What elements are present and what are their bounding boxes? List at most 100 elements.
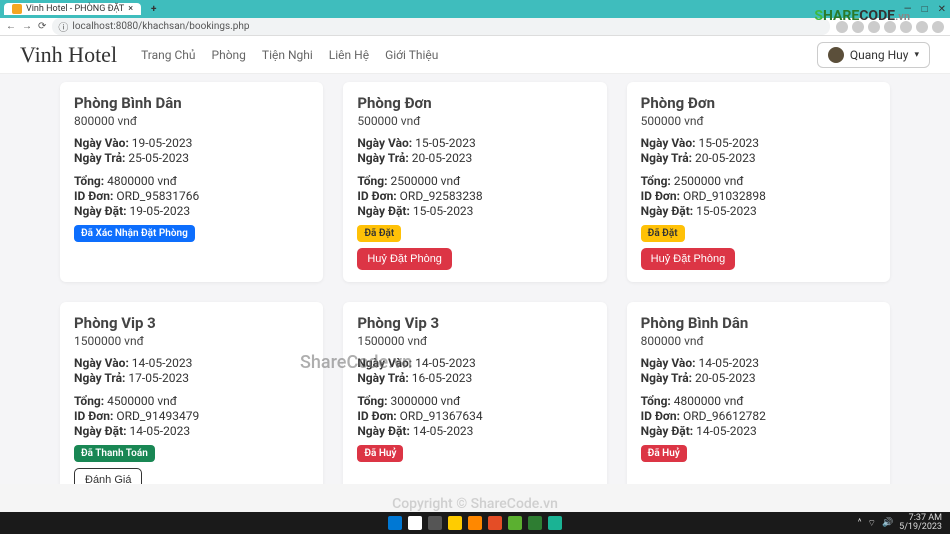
tab-close-icon[interactable]: × [128,4,133,14]
booking-card: Phòng Đơn500000 vnđNgày Vào: 15-05-2023N… [343,82,606,282]
taskbar-app-icon[interactable] [548,516,562,530]
room-price: 800000 vnđ [641,334,876,348]
total-line: Tổng: 2500000 vnđ [357,174,592,188]
room-title: Phòng Bình Dân [74,94,309,112]
user-menu-button[interactable]: Quang Huy ▾ [817,42,930,68]
maximize-button[interactable]: □ [922,4,928,15]
username-label: Quang Huy [850,48,909,62]
taskbar-app-icon[interactable] [448,516,462,530]
taskbar-app-icon[interactable] [488,516,502,530]
booking-card: Phòng Bình Dân 800000 vnđ Ngày Vào: 19-05-… [60,82,323,282]
page-content: Phòng Bình Dân 800000 vnđ Ngày Vào: 19-05-… [0,74,950,484]
checkout-line: Ngày Trả: 20-05-2023 [357,151,592,165]
site-info-icon[interactable]: ⓘ [58,19,68,34]
total-line: Tổng: 4800000 vnđ [641,394,876,408]
order-line: ID Đơn: ORD_95831766 [74,189,309,203]
total-line: Tổng: 2500000 vnđ [641,174,876,188]
url-input[interactable]: ⓘ localhost:8080/khachsan/bookings.php [52,18,830,35]
total-line: Tổng: 3000000 vnđ [357,394,592,408]
wifi-icon[interactable]: ⌔ [867,518,875,529]
site-navbar: Vinh Hotel Trang Chủ Phòng Tiện Nghi Liên H… [0,36,950,74]
bookdate-line: Ngày Đặt: 14-05-2023 [357,424,592,438]
ext-icon[interactable] [932,21,944,33]
checkout-line: Ngày Trả: 20-05-2023 [641,371,876,385]
taskbar-app-icon[interactable] [508,516,522,530]
nav-links: Trang Chủ Phòng Tiện Nghi Liên Hệ Giới Thiệu [141,48,817,62]
nav-link[interactable]: Tiện Nghi [262,48,313,62]
nav-link[interactable]: Phòng [212,48,246,62]
booking-card: Phòng Bình Dân 800000 vnđ Ngày Vào: 14-05-… [627,302,890,484]
back-button[interactable]: ← [6,21,16,32]
order-line: ID Đơn: ORD_96612782 [641,409,876,423]
forward-button[interactable]: → [22,21,32,32]
room-price: 500000 vnđ [357,114,592,128]
checkin-line: Ngày Vào: 15-05-2023 [357,136,592,150]
room-title: Phòng Vip 3 [357,314,592,332]
status-badge: Đã Xác Nhận Đặt Phòng [74,225,195,242]
windows-taskbar: ^ ⌔ 🔊 7:37 AM 5/19/2023 [0,512,950,534]
taskbar-clock[interactable]: 7:37 AM 5/19/2023 [899,514,942,532]
ext-icon[interactable] [916,21,928,33]
status-badge: Đã Đặt [357,225,401,242]
booking-card: Phòng Đơn500000 vnđNgày Vào: 15-05-2023N… [627,82,890,282]
checkout-line: Ngày Trả: 16-05-2023 [357,371,592,385]
copyright-watermark: Copyright © ShareCode.vn [392,496,558,512]
order-line: ID Đơn: ORD_91493479 [74,409,309,423]
nav-link[interactable]: Giới Thiệu [385,48,438,62]
taskbar-app-icon[interactable] [428,516,442,530]
booking-card: Phòng Vip 3 1500000 vnđ Ngày Vào: 14-05-20… [343,302,606,484]
sound-icon[interactable]: 🔊 [882,518,893,528]
room-price: 1500000 vnđ [357,334,592,348]
taskbar-app-icon[interactable] [408,516,422,530]
room-title: Phòng Đơn [357,94,592,112]
tray-up-icon[interactable]: ^ [858,518,862,528]
bookings-grid: Phòng Bình Dân 800000 vnđ Ngày Vào: 19-05-… [60,82,890,484]
status-badge: Đã Đặt [641,225,685,242]
avatar-icon [828,47,844,63]
order-line: ID Đơn: ORD_91032898 [641,189,876,203]
room-price: 500000 vnđ [641,114,876,128]
total-line: Tổng: 4500000 vnđ [74,394,309,408]
checkin-line: Ngày Vào: 19-05-2023 [74,136,309,150]
room-price: 800000 vnđ [74,114,309,128]
bookdate-line: Ngày Đặt: 15-05-2023 [357,204,592,218]
bookdate-line: Ngày Đặt: 14-05-2023 [74,424,309,438]
bookdate-line: Ngày Đặt: 19-05-2023 [74,204,309,218]
checkout-line: Ngày Trả: 20-05-2023 [641,151,876,165]
taskbar-app-icon[interactable] [388,516,402,530]
brand-logo[interactable]: Vinh Hotel [20,42,117,68]
room-title: Phòng Bình Dân [641,314,876,332]
tab-title: Vinh Hotel - PHÒNG ĐẶT [26,4,124,14]
chevron-down-icon: ▾ [914,50,919,60]
total-line: Tổng: 4800000 vnđ [74,174,309,188]
status-badge: Đã Huỷ [357,445,403,462]
booking-card: Phòng Vip 31500000 vnđNgày Vào: 14-05-20… [60,302,323,484]
checkout-line: Ngày Trả: 25-05-2023 [74,151,309,165]
checkin-line: Ngày Vào: 14-05-2023 [357,356,592,370]
new-tab-button[interactable]: + [145,4,162,15]
taskbar-app-icon[interactable] [528,516,542,530]
checkin-line: Ngày Vào: 14-05-2023 [74,356,309,370]
checkin-line: Ngày Vào: 14-05-2023 [641,356,876,370]
nav-link[interactable]: Liên Hệ [329,48,369,62]
browser-address-bar: ← → ⟳ ⓘ localhost:8080/khachsan/bookings… [0,18,950,36]
sharecode-watermark: SHARECODE.vn [814,8,910,24]
close-window-button[interactable]: ✕ [938,4,946,15]
order-line: ID Đơn: ORD_92583238 [357,189,592,203]
checkin-line: Ngày Vào: 15-05-2023 [641,136,876,150]
bookdate-line: Ngày Đặt: 14-05-2023 [641,424,876,438]
system-tray: ^ ⌔ 🔊 7:37 AM 5/19/2023 [858,514,942,532]
taskbar-apps [388,516,562,530]
nav-link[interactable]: Trang Chủ [141,48,195,62]
url-text: localhost:8080/khachsan/bookings.php [72,21,249,32]
bookdate-line: Ngày Đặt: 15-05-2023 [641,204,876,218]
browser-tab[interactable]: Vinh Hotel - PHÒNG ĐẶT × [4,3,141,15]
cancel-booking-button[interactable]: Huỷ Đặt Phòng [357,248,452,270]
taskbar-app-icon[interactable] [468,516,482,530]
room-title: Phòng Vip 3 [74,314,309,332]
checkout-line: Ngày Trả: 17-05-2023 [74,371,309,385]
reload-button[interactable]: ⟳ [38,21,46,32]
rate-button[interactable]: Đánh Giá [74,468,142,484]
status-badge: Đã Thanh Toán [74,445,155,462]
cancel-booking-button[interactable]: Huỷ Đặt Phòng [641,248,736,270]
